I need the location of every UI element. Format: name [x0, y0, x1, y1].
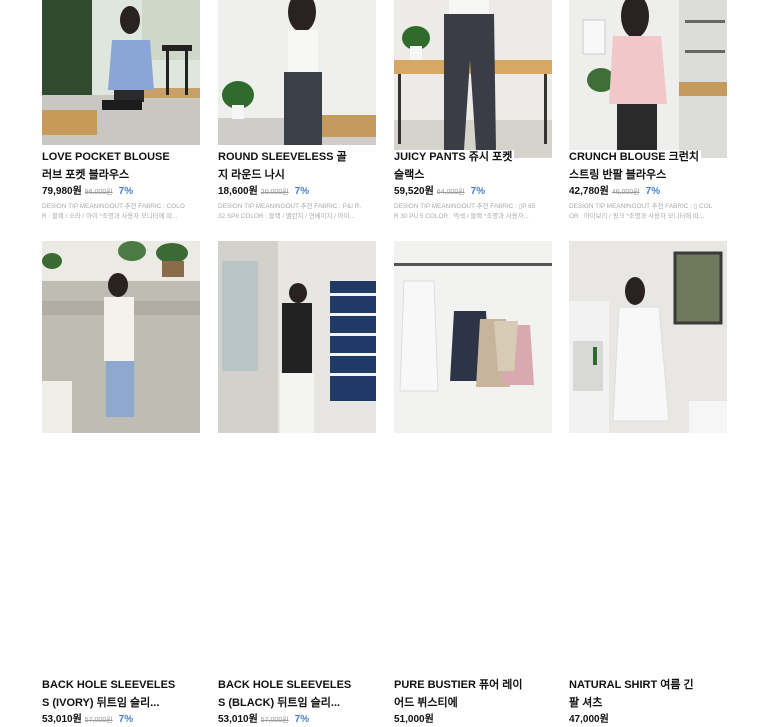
product-title-line1[interactable]: ROUND SLEEVELESS 골	[218, 150, 349, 164]
description-line1: DESIGN TIP MEANINGOUT 추천 FABRIC : P&I R.	[218, 203, 362, 210]
product-image[interactable]	[218, 0, 376, 145]
discount-rate: 7%	[470, 186, 486, 197]
photo-woman-dark-slacks-table	[394, 0, 552, 158]
product-title-line2[interactable]: S (IVORY) 뒤트임 슬리...	[42, 696, 200, 710]
sale-price: 53,010원	[42, 714, 82, 725]
description-line1: DESIGN TIP MEANINGOUT 추천 FABRIC : ▯P 65	[394, 203, 536, 210]
discount-rate: 7%	[118, 714, 134, 725]
original-price: 57,000원	[84, 717, 113, 724]
product-title[interactable]: LOVE POCKET BLOUSE 러브 포켓 블라우스	[42, 150, 200, 182]
product-description: DESIGN TIP MEANINGOUT 추천 FABRIC : P&I R.…	[218, 202, 376, 222]
product-title[interactable]: BACK HOLE SLEEVELES S (BLACK) 뒤트임 슬리...	[218, 678, 376, 710]
product-title[interactable]: CRUNCH BLOUSE 크런치 스트링 반팔 블라우스	[569, 150, 727, 182]
photo-woman-white-shirt-room	[569, 241, 727, 433]
product-title-line1[interactable]: BACK HOLE SLEEVELES	[42, 678, 178, 692]
product-title[interactable]: PURE BUSTIER 퓨어 레이 어드 뷔스티에	[394, 678, 552, 710]
sale-price: 18,600원	[218, 186, 258, 197]
product-title-line2[interactable]: 팔 셔츠	[569, 696, 727, 710]
price-row: 47,000원	[569, 709, 609, 725]
product-title-line2[interactable]: 어드 뷔스티에	[394, 696, 552, 710]
product-grid: LOVE POCKET BLOUSE 러브 포켓 블라우스 79,980원 86,…	[0, 0, 773, 725]
product-title-line1[interactable]: BACK HOLE SLEEVELES	[218, 678, 354, 692]
sale-price: 53,010원	[218, 714, 258, 725]
product-description: DESIGN TIP MEANINGOUT 추천 FABRIC : COLO R…	[42, 202, 200, 222]
price-row: 51,000원	[394, 709, 434, 725]
price-row: 42,780원 46,000원 7%	[569, 181, 661, 197]
product-title[interactable]: BACK HOLE SLEEVELES S (IVORY) 뒤트임 슬리...	[42, 678, 200, 710]
product-image[interactable]	[42, 241, 200, 433]
sale-price: 79,980원	[42, 186, 82, 197]
photo-woman-pink-blouse-room	[569, 0, 727, 158]
product-title-line2[interactable]: 스트링 반팔 블라우스	[569, 168, 727, 182]
price-row: 53,010원 57,000원 7%	[218, 709, 310, 725]
price-row: 53,010원 57,000원 7%	[42, 709, 134, 725]
original-price: 86,000원	[84, 189, 113, 196]
photo-bustiers-on-hangers	[394, 241, 552, 433]
original-price: 46,000원	[611, 189, 640, 196]
product-image[interactable]	[569, 0, 727, 158]
description-line2: OR : 아이보리 / 핑크 *조명과 사용자 모니터에 따...	[569, 213, 705, 220]
photo-woman-blue-top-sitting-bench	[42, 0, 200, 145]
original-price: 57,000원	[260, 717, 289, 724]
product-title-line1[interactable]: CRUNCH BLOUSE 크런치	[569, 150, 701, 164]
sale-price: 47,000원	[569, 714, 609, 725]
photo-woman-black-sleeveless-boxes	[218, 241, 376, 433]
discount-rate: 7%	[294, 186, 310, 197]
original-price: 64,000원	[436, 189, 465, 196]
product-title-line1[interactable]: LOVE POCKET BLOUSE	[42, 150, 172, 164]
product-image[interactable]	[218, 241, 376, 433]
product-image[interactable]	[569, 241, 727, 433]
sale-price: 59,520원	[394, 186, 434, 197]
product-title-line2[interactable]: 슬랙스	[394, 168, 552, 182]
product-title[interactable]: NATURAL SHIRT 여름 긴 팔 셔츠	[569, 678, 727, 710]
sale-price: 42,780원	[569, 186, 609, 197]
product-title-line2[interactable]: 지 라운드 나시	[218, 168, 376, 182]
product-image[interactable]	[394, 241, 552, 433]
price-row: 18,600원 20,000원 7%	[218, 181, 310, 197]
product-title-line1[interactable]: PURE BUSTIER 퓨어 레이	[394, 678, 525, 692]
description-line2: R 30 PU 5 COLOR : 먹색 / 블랙 *조명과 사용자...	[394, 213, 529, 220]
description-line2: R : 블랙 / 소라 / 아이 *조명과 사용자 모니터에 따...	[42, 213, 178, 220]
discount-rate: 7%	[118, 186, 134, 197]
description-line1: DESIGN TIP MEANINGOUT 추천 FABRIC : ▯ COL	[569, 203, 713, 210]
price-row: 59,520원 64,000원 7%	[394, 181, 486, 197]
description-line1: DESIGN TIP MEANINGOUT 추천 FABRIC : COLO	[42, 203, 185, 210]
product-title[interactable]: JUICY PANTS 쥬시 포켓 슬랙스	[394, 150, 552, 182]
price-row: 79,980원 86,000원 7%	[42, 181, 134, 197]
discount-rate: 7%	[645, 186, 661, 197]
product-title-line1[interactable]: NATURAL SHIRT 여름 긴	[569, 678, 696, 692]
product-image[interactable]	[394, 0, 552, 158]
product-title[interactable]: ROUND SLEEVELESS 골 지 라운드 나시	[218, 150, 376, 182]
discount-rate: 7%	[294, 714, 310, 725]
photo-woman-white-sleeveless-plant	[218, 0, 376, 145]
original-price: 20,000원	[260, 189, 289, 196]
product-description: DESIGN TIP MEANINGOUT 추천 FABRIC : ▯ COL …	[569, 202, 727, 222]
product-title-line1[interactable]: JUICY PANTS 쥬시 포켓	[394, 150, 515, 164]
product-image[interactable]	[42, 0, 200, 145]
description-line2: 32 SP8 COLOR : 블랙 / 멜란지 / 연베이지 / 아이...	[218, 213, 355, 220]
product-title-line2[interactable]: 러브 포켓 블라우스	[42, 168, 200, 182]
photo-woman-white-sleeveless-street	[42, 241, 200, 433]
product-description: DESIGN TIP MEANINGOUT 추천 FABRIC : ▯P 65 …	[394, 202, 552, 222]
product-title-line2[interactable]: S (BLACK) 뒤트임 슬리...	[218, 696, 376, 710]
sale-price: 51,000원	[394, 714, 434, 725]
